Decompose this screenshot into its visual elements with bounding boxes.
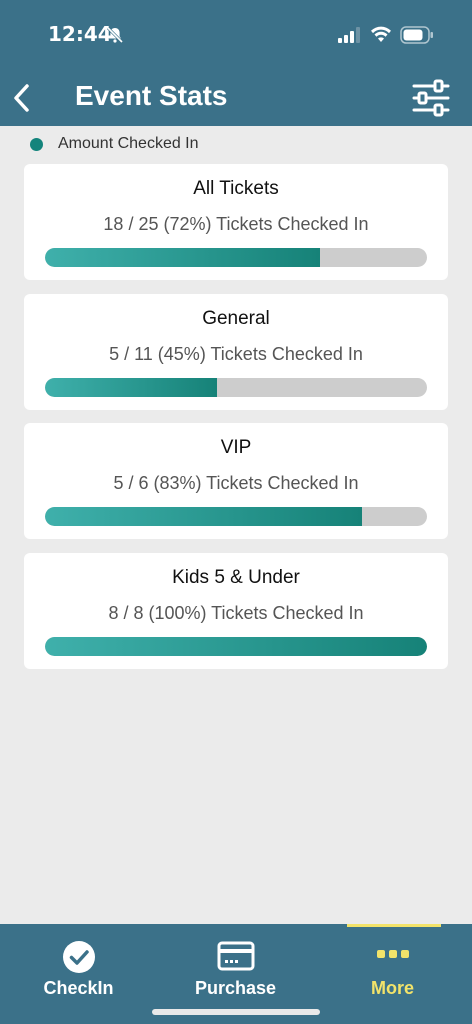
tab-checkin[interactable]: CheckIn — [0, 924, 157, 1024]
card-title: All Tickets — [193, 178, 279, 199]
progress-fill — [45, 248, 321, 267]
card-title: General — [202, 308, 270, 329]
progress-fill — [45, 507, 363, 526]
stats-card-all-tickets: All Tickets 18 / 25 (72%) Tickets Checke… — [24, 164, 448, 280]
filter-button[interactable] — [408, 78, 454, 118]
stats-card-kids: Kids 5 & Under 8 / 8 (100%) Tickets Chec… — [24, 553, 448, 669]
more-dots-icon — [376, 950, 409, 958]
check-circle-icon — [62, 941, 95, 973]
card-stat: 5 / 11 (45%) Tickets Checked In — [109, 344, 363, 364]
legend-label: Amount Checked In — [58, 135, 199, 152]
progress-track — [45, 248, 427, 267]
page-title: Event Stats — [75, 80, 228, 111]
battery-icon — [400, 26, 433, 44]
card-stat: 5 / 6 (83%) Tickets Checked In — [113, 473, 359, 493]
signal-icon — [338, 27, 360, 43]
back-button[interactable] — [6, 80, 36, 116]
app-header: 12:44 Event Stats — [0, 0, 472, 126]
status-bar: 12:44 — [0, 0, 472, 70]
progress-track — [45, 637, 427, 656]
home-indicator — [152, 1009, 320, 1015]
card-stat: 18 / 25 (72%) Tickets Checked In — [103, 214, 369, 234]
tab-label: Purchase — [194, 978, 277, 998]
legend: Amount Checked In — [30, 134, 199, 154]
progress-fill — [45, 378, 217, 397]
status-time: 12:44 — [48, 22, 112, 46]
card-stat: 8 / 8 (100%) Tickets Checked In — [108, 603, 364, 623]
chevron-left-icon — [14, 84, 29, 112]
stats-card-vip: VIP 5 / 6 (83%) Tickets Checked In — [24, 423, 448, 539]
card-title: Kids 5 & Under — [172, 567, 300, 588]
credit-card-icon — [217, 941, 254, 971]
tab-more[interactable]: More — [314, 924, 471, 1024]
legend-dot — [30, 137, 43, 151]
progress-track — [45, 507, 427, 526]
tab-label: CheckIn — [43, 978, 114, 998]
stats-card-general: General 5 / 11 (45%) Tickets Checked In — [24, 294, 448, 410]
card-title: VIP — [220, 437, 252, 458]
tab-label: More — [370, 978, 414, 998]
sliders-icon — [412, 79, 450, 117]
progress-fill — [45, 637, 427, 656]
wifi-icon — [371, 26, 391, 42]
active-tab-indicator — [347, 924, 441, 927]
bell-muted-icon — [106, 26, 124, 44]
progress-track — [45, 378, 427, 397]
